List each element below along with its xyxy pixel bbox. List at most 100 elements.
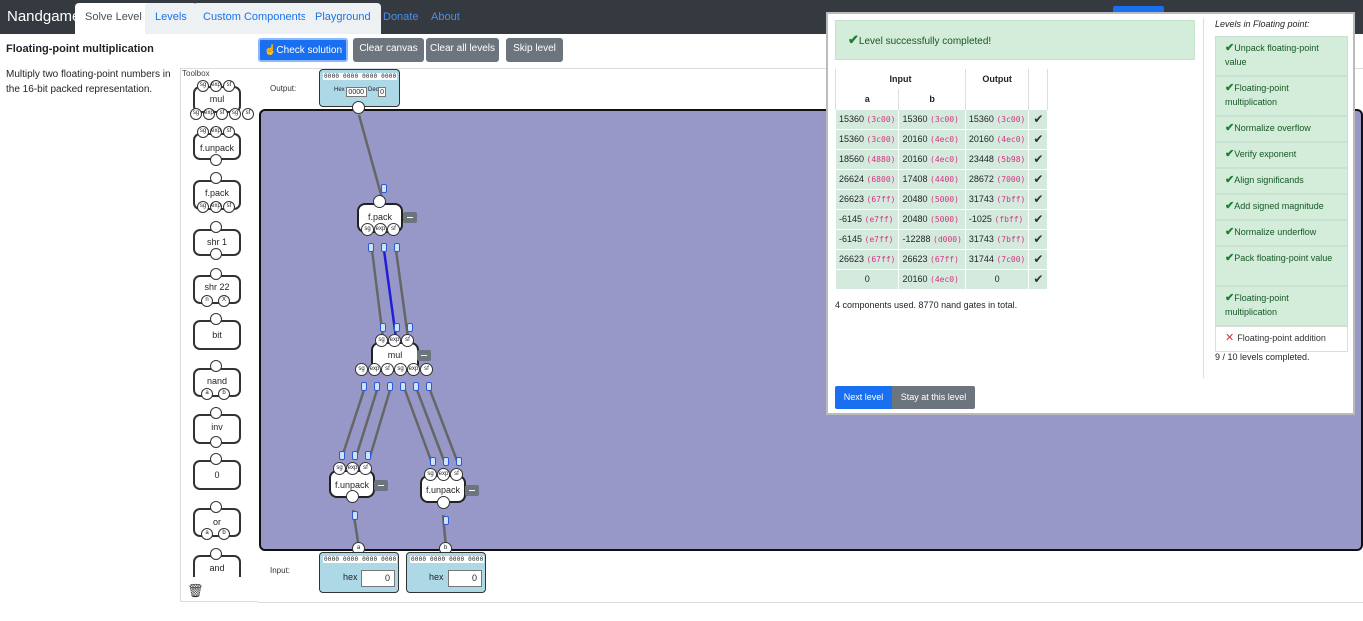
mul-pin-sg-b[interactable]: sg	[394, 363, 407, 376]
cell-a: 26623 (67ff)	[834, 188, 900, 210]
cell-b: 26623 (67ff)	[898, 248, 966, 270]
wire-chip	[430, 457, 436, 466]
check-icon: ✔	[1028, 168, 1049, 190]
check-icon: ✔	[1028, 228, 1049, 250]
check-icon: ✔	[1028, 208, 1049, 230]
cell-b: 17408 (4400)	[898, 168, 966, 190]
mul-pin-sf-b[interactable]: sf	[420, 363, 433, 376]
wire-chip	[443, 516, 449, 525]
cell-a: -6145 (e7ff)	[834, 208, 900, 230]
funpack-a-input-pin[interactable]	[346, 490, 359, 503]
input-a-field[interactable]: 0	[361, 570, 395, 587]
cell-a: 15360 (3c00)	[834, 108, 900, 130]
mul-pin-sf-a[interactable]: sf	[381, 363, 394, 376]
wire-chip	[380, 323, 386, 332]
fpack-output-pin[interactable]	[373, 195, 386, 208]
next-level-button[interactable]: Next level	[835, 386, 892, 409]
cell-output: 31743 (7bff)	[964, 188, 1030, 210]
wire-chip	[352, 451, 358, 460]
stay-level-button[interactable]: Stay at this level	[892, 386, 975, 409]
funpack-b-pin-sg[interactable]: sg	[424, 468, 437, 481]
mul-pin-sg-a[interactable]: sg	[355, 363, 368, 376]
funpack-a-pin-exp[interactable]: exp	[346, 462, 359, 475]
check-icon: ✔	[1225, 42, 1235, 54]
cell-b: 15360 (3c00)	[898, 108, 966, 130]
table-row: 26623 (67ff) 20480 (5000) 31743 (7bff) ✔	[834, 188, 1049, 210]
input-a-box: 0000 0000 0000 0000 hex 0	[319, 552, 399, 593]
wire-chip	[365, 451, 371, 460]
funpack-b-menu-button[interactable]	[465, 485, 479, 496]
level-item[interactable]: ✔Unpack floating-point value	[1215, 36, 1348, 76]
wire-chip	[381, 184, 387, 193]
funpack-b-input-pin[interactable]	[437, 496, 450, 509]
input-b-bits: 0000 0000 0000 0000	[410, 556, 485, 563]
level-item[interactable]: ✔Verify exponent	[1215, 142, 1348, 168]
mul-menu-button[interactable]	[417, 350, 431, 361]
table-row: 26623 (67ff) 26623 (67ff) 31744 (7c00) ✔	[834, 248, 1049, 270]
cell-a: 26624 (6800)	[834, 168, 900, 190]
check-icon: ✔	[1225, 174, 1235, 186]
mul-pin-exp-a[interactable]: exp	[368, 363, 381, 376]
table-row: 26624 (6800) 17408 (4400) 28672 (7000) ✔	[834, 168, 1049, 190]
x-icon: ✕	[1225, 332, 1238, 344]
funpack-a-pin-sf[interactable]: sf	[359, 462, 372, 475]
check-icon: ✔	[1028, 268, 1049, 290]
wire-chip	[381, 243, 387, 252]
funpack-b-pin-sf[interactable]: sf	[450, 468, 463, 481]
level-item[interactable]: ✕ Floating-point addition	[1215, 326, 1348, 352]
level-item[interactable]: ✔Floating-point multiplication	[1215, 76, 1348, 116]
input-b-field[interactable]: 0	[448, 570, 482, 587]
cell-output: 28672 (7000)	[964, 168, 1030, 190]
table-row: -6145 (e7ff) -12288 (d000) 31743 (7bff) ✔	[834, 228, 1049, 250]
table-row: 0 20160 (4ec0) 0 ✔	[834, 268, 1049, 290]
level-item[interactable]: ✔Normalize overflow	[1215, 116, 1348, 142]
fpack-menu-button[interactable]	[403, 212, 417, 223]
output-label: Output:	[270, 84, 297, 93]
funpack-b-pin-exp[interactable]: exp	[437, 468, 450, 481]
level-item[interactable]: ✔Floating-point multiplication	[1215, 286, 1348, 326]
check-icon: ✔	[1225, 252, 1235, 264]
wire-chip	[374, 382, 380, 391]
input-a-hex-label: hex	[343, 572, 358, 582]
check-icon: ✔	[1225, 226, 1235, 238]
wire-chip	[426, 382, 432, 391]
mul-pin-exp-b[interactable]: exp	[407, 363, 420, 376]
level-item[interactable]: ✔Align significands	[1215, 168, 1348, 194]
wire-chip	[413, 382, 419, 391]
level-item[interactable]: ✔Add signed magnitude	[1215, 194, 1348, 220]
check-icon: ✔	[1225, 148, 1235, 160]
fpack-pin-exp[interactable]: exp	[374, 223, 387, 236]
header-b: b	[898, 89, 966, 109]
check-icon: ✔	[1028, 128, 1049, 150]
mul-pin-exp[interactable]: exp	[388, 334, 401, 347]
output-hex-label: Hex	[334, 87, 345, 93]
wire-chip	[368, 243, 374, 252]
mul-pin-sg[interactable]: sg	[375, 334, 388, 347]
wire-chip	[456, 457, 462, 466]
wire-chip	[407, 323, 413, 332]
wire-chip	[339, 451, 345, 460]
funpack-a-pin-sg[interactable]: sg	[333, 462, 346, 475]
table-row: 18560 (4880) 20160 (4ec0) 23448 (5b98) ✔	[834, 148, 1049, 170]
levels-title: Levels in Floating point:	[1215, 19, 1310, 29]
wire-chip	[394, 243, 400, 252]
cell-b: 20160 (4ec0)	[898, 128, 966, 150]
level-item[interactable]: ✔Pack floating-point value	[1215, 246, 1348, 286]
wire-chip	[394, 323, 400, 332]
cell-a: 18560 (4880)	[834, 148, 900, 170]
wire-chip	[387, 382, 393, 391]
cell-a: 15360 (3c00)	[834, 128, 900, 150]
cell-output: 31744 (7c00)	[964, 248, 1030, 270]
input-b-hex-label: hex	[429, 572, 444, 582]
mul-pin-sf[interactable]: sf	[401, 334, 414, 347]
input-label: Input:	[270, 566, 291, 575]
input-b-box: 0000 0000 0000 0000 hex 0	[406, 552, 486, 593]
level-item[interactable]: ✔Normalize underflow	[1215, 220, 1348, 246]
funpack-a-menu-button[interactable]	[374, 480, 388, 491]
wire-chip	[443, 457, 449, 466]
fpack-pin-sg[interactable]: sg	[361, 223, 374, 236]
output-pin[interactable]	[352, 101, 365, 114]
check-icon: ✔	[1225, 82, 1235, 94]
table-row: 15360 (3c00) 20160 (4ec0) 20160 (4ec0) ✔	[834, 128, 1049, 150]
fpack-pin-sf[interactable]: sf	[387, 223, 400, 236]
